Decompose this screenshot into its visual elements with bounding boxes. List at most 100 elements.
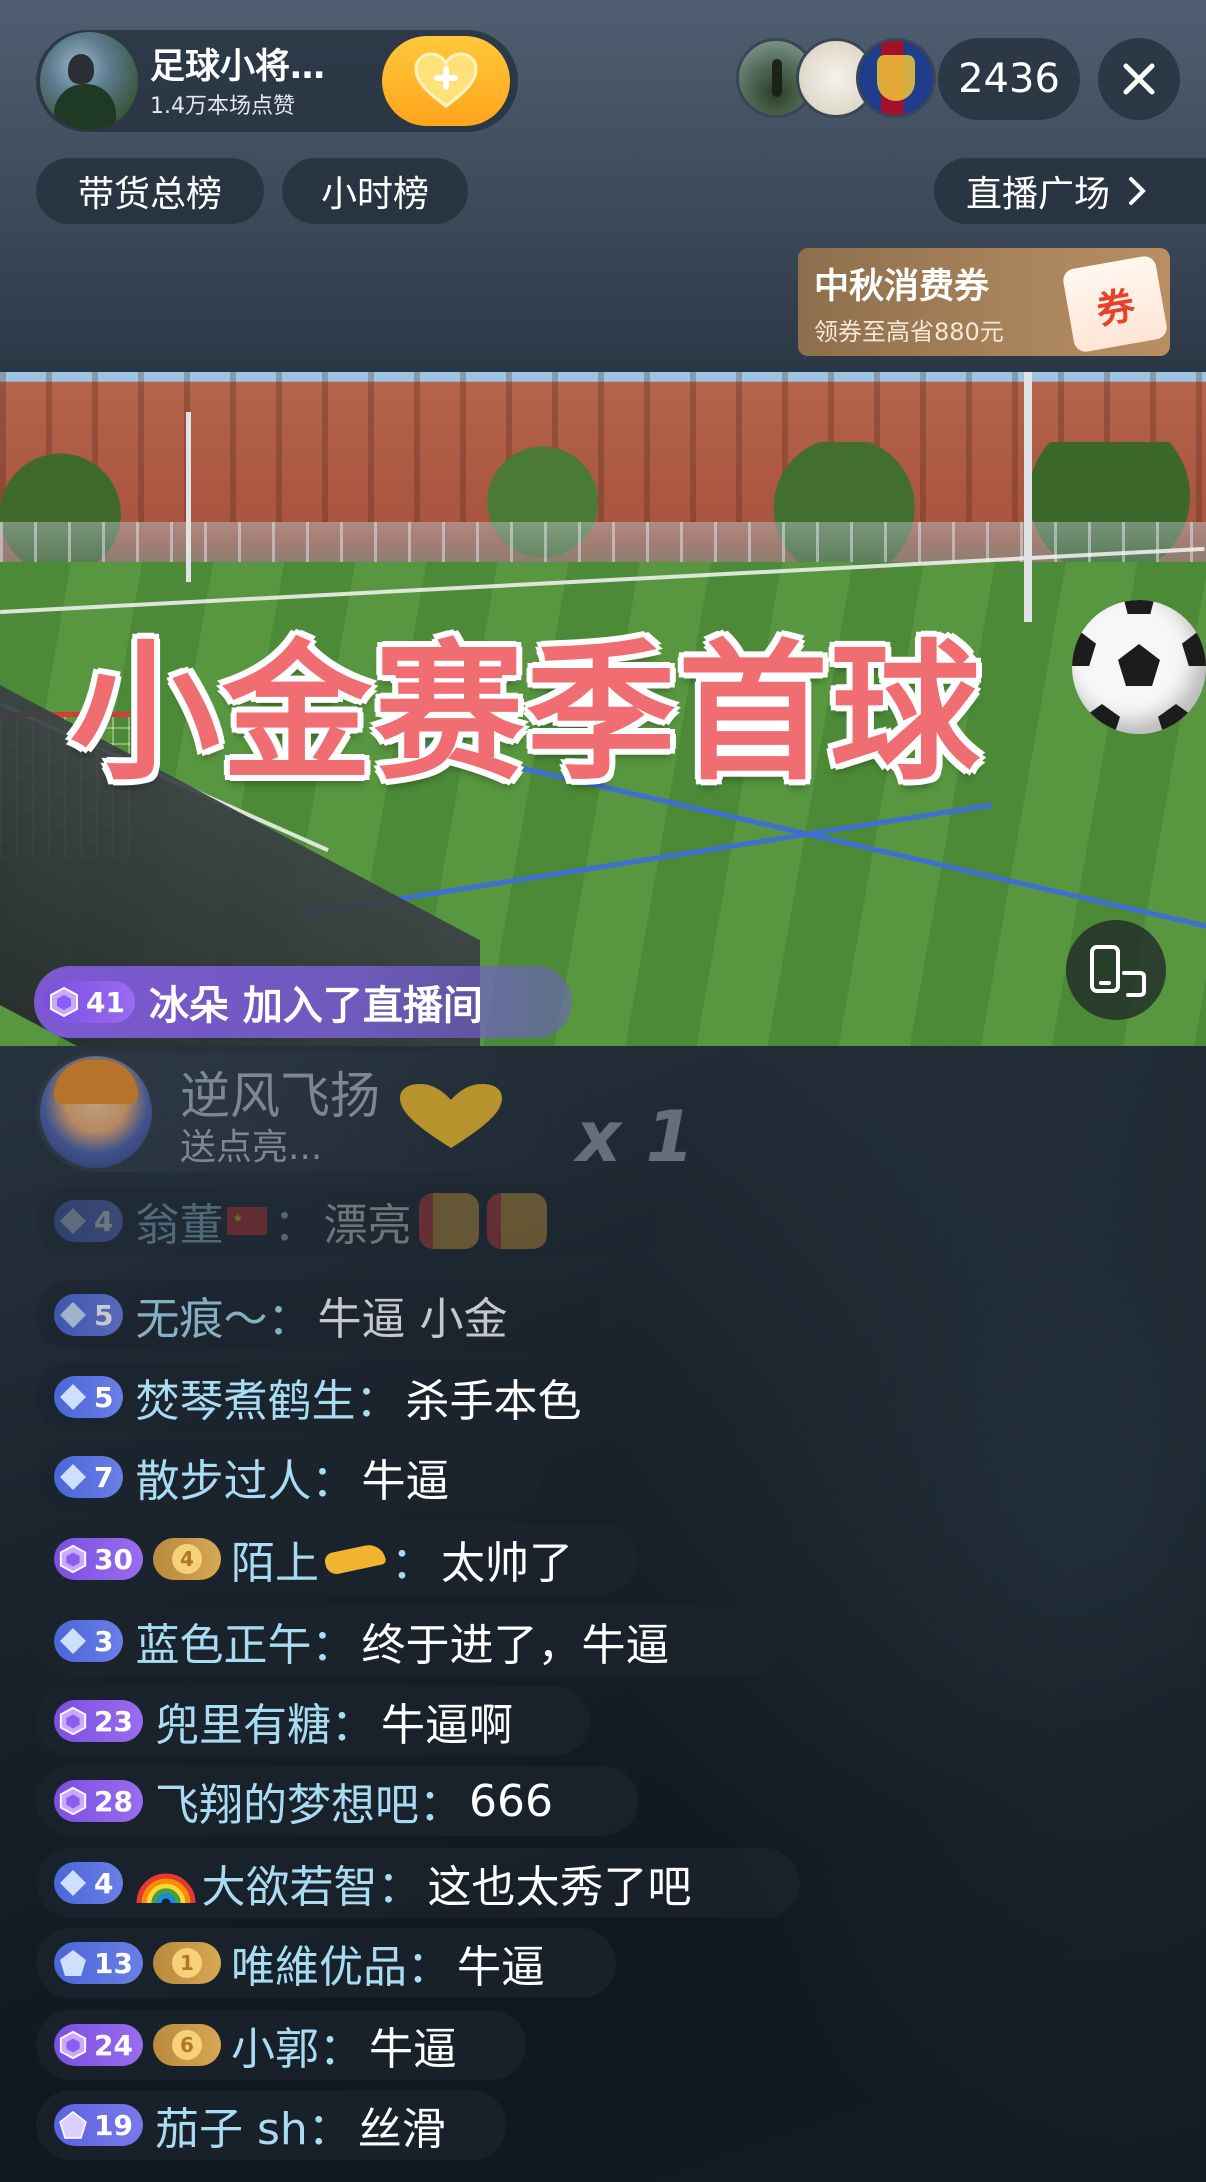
host-avatar[interactable] [40,32,138,130]
close-button[interactable] [1098,38,1180,120]
rotate-screen-button[interactable] [1066,920,1166,1020]
chat-message[interactable]: 13 1 唯維优品： 牛逼 [36,1928,616,1998]
live-plaza-label: 直播广场 [966,174,1111,215]
chat-separator: ： [390,1538,435,1589]
svg-text:4: 4 [180,1547,194,1571]
user-level-badge: 5 [54,1376,124,1418]
chat-message[interactable]: 19 茄子 sh： 丝滑 [36,2090,506,2160]
chat-message[interactable]: 28 飞翔的梦想吧： 666 [36,1766,638,1836]
chat-username[interactable]: 陌上 [231,1527,319,1591]
close-icon [1123,63,1155,95]
chat-message[interactable]: 23 兜里有糖： 牛逼啊 [36,1686,590,1756]
level-number: 13 [94,1946,133,1980]
level-number: 19 [94,2108,133,2142]
chat-text: 牛逼 小金 [317,1294,508,1345]
level-number: 4 [94,1866,114,1900]
chat-message[interactable]: 5 无痕～： 牛逼 小金 [36,1280,606,1350]
gem-icon [59,1706,87,1736]
chat-message[interactable]: 5 焚琴煮鹤生： 杀手本色 [36,1362,682,1432]
pentagon-gem-icon [59,2111,87,2139]
live-video[interactable]: 小金赛季首球 41 冰朵 加入了直播间 [0,372,1206,1046]
chat-text: 牛逼 [368,2024,457,2075]
user-level-badge: 30 [54,1538,143,1580]
diamond-icon [60,1870,86,1896]
diamond-icon [60,1208,86,1234]
rotate-screen-icon [1090,945,1146,997]
user-level-badge: 5 [54,1294,124,1336]
join-text: 冰朵 加入了直播间 [148,983,483,1029]
fan-club-badge: 6 [152,2024,221,2066]
gift-notification: 逆风飞扬 送点亮... x 1 [36,1052,694,1178]
user-level-badge: 28 [54,1780,143,1822]
hourly-rank-button[interactable]: 小时榜 [282,158,468,224]
fan-heart-icon: 4 [171,1544,202,1574]
svg-text:6: 6 [180,2033,194,2057]
chat-username[interactable]: 无痕～： [135,1283,311,1347]
chat-username[interactable]: 茄子 sh： [155,2093,352,2157]
chat-message[interactable]: 4 翁董 ★ ： 漂亮 [36,1186,656,1256]
chat-text: 丝滑 [357,2104,446,2155]
level-number: 3 [94,1624,114,1658]
viewer-avatar[interactable] [856,38,936,118]
coupon-tag: 券 [1061,254,1169,354]
chat-username[interactable]: 蓝色正午： [135,1609,355,1673]
gift-count: x 1 [576,1096,695,1178]
gem-icon [59,1786,87,1816]
user-level-badge: 7 [54,1456,124,1498]
follow-button[interactable] [382,36,510,126]
user-level-badge: 23 [54,1700,143,1742]
user-level-badge: 41 [44,981,135,1023]
chat-username[interactable]: 翁董 [135,1189,223,1253]
level-number: 28 [94,1784,133,1818]
chat-username[interactable]: 飞翔的梦想吧： [155,1769,463,1833]
chat-username[interactable]: 小郭： [231,2013,363,2077]
gem-icon [59,1544,87,1574]
chat-username[interactable]: 唯維优品： [231,1931,451,1995]
user-level-badge: 13 [54,1942,143,1984]
chat-message[interactable]: 24 6 小郭： 牛逼 [36,2010,526,2080]
chat-text: 牛逼 [361,1456,450,1507]
user-level-badge: 4 [54,1200,124,1242]
chat-text: 杀手本色 [405,1376,582,1427]
level-number: 5 [94,1298,114,1332]
host-name[interactable]: 足球小将… [150,38,400,89]
chat-text: 这也太秀了吧 [427,1862,692,1913]
fan-heart-icon: 1 [171,1948,202,1978]
chat-message[interactable]: 3 蓝色正午： 终于进了，牛逼 [36,1606,782,1676]
diamond-icon [60,1384,86,1410]
level-number: 5 [94,1380,114,1414]
chat-username[interactable]: 兜里有糖： [155,1689,375,1753]
join-notification: 41 冰朵 加入了直播间 [34,966,572,1038]
host-card[interactable]: 足球小将… 1.4万本场点赞 [36,30,518,132]
chat-message[interactable]: 7 散步过人： 牛逼 [36,1442,540,1512]
chat-username[interactable]: 大欲若智： [201,1851,421,1915]
chat-text: 终于进了，牛逼 [361,1620,670,1671]
chat-text: 牛逼 [456,1942,545,1993]
sales-rank-button[interactable]: 带货总榜 [36,158,264,224]
football-icon [1072,600,1206,734]
level-number: 41 [86,985,125,1019]
gem-icon [59,2030,87,2060]
light-pole [1024,372,1032,622]
flag-icon: ★ [227,1207,268,1235]
coupon-subtitle: 领券至高省880元 [814,318,1004,346]
fan-club-badge: 4 [152,1538,221,1580]
chat-message[interactable]: 30 4 陌上 ： 太帅了 [36,1524,638,1594]
heart-gift-icon [400,1084,502,1148]
level-number: 23 [94,1704,133,1738]
coupon-title: 中秋消费券 [814,267,990,307]
live-plaza-button[interactable]: 直播广场 [934,158,1206,224]
rainbow-icon [136,1873,196,1904]
chat-username[interactable]: 散步过人： [135,1445,355,1509]
chat-username[interactable]: 焚琴煮鹤生： [135,1365,399,1429]
pentagon-gem-icon [60,1950,86,1976]
fan-club-badge: 1 [152,1942,221,1984]
chat-text: 太帅了 [440,1538,573,1589]
level-number: 7 [94,1460,114,1494]
viewer-count[interactable]: 2436 [938,38,1080,120]
user-level-badge: 19 [54,2104,143,2146]
light-pole [186,412,191,582]
chat-message[interactable]: 4 大欲若智： 这也太秀了吧 [36,1848,800,1918]
user-level-badge: 24 [54,2024,143,2066]
coupon-banner[interactable]: 中秋消费券 领券至高省880元 券 [798,248,1170,356]
